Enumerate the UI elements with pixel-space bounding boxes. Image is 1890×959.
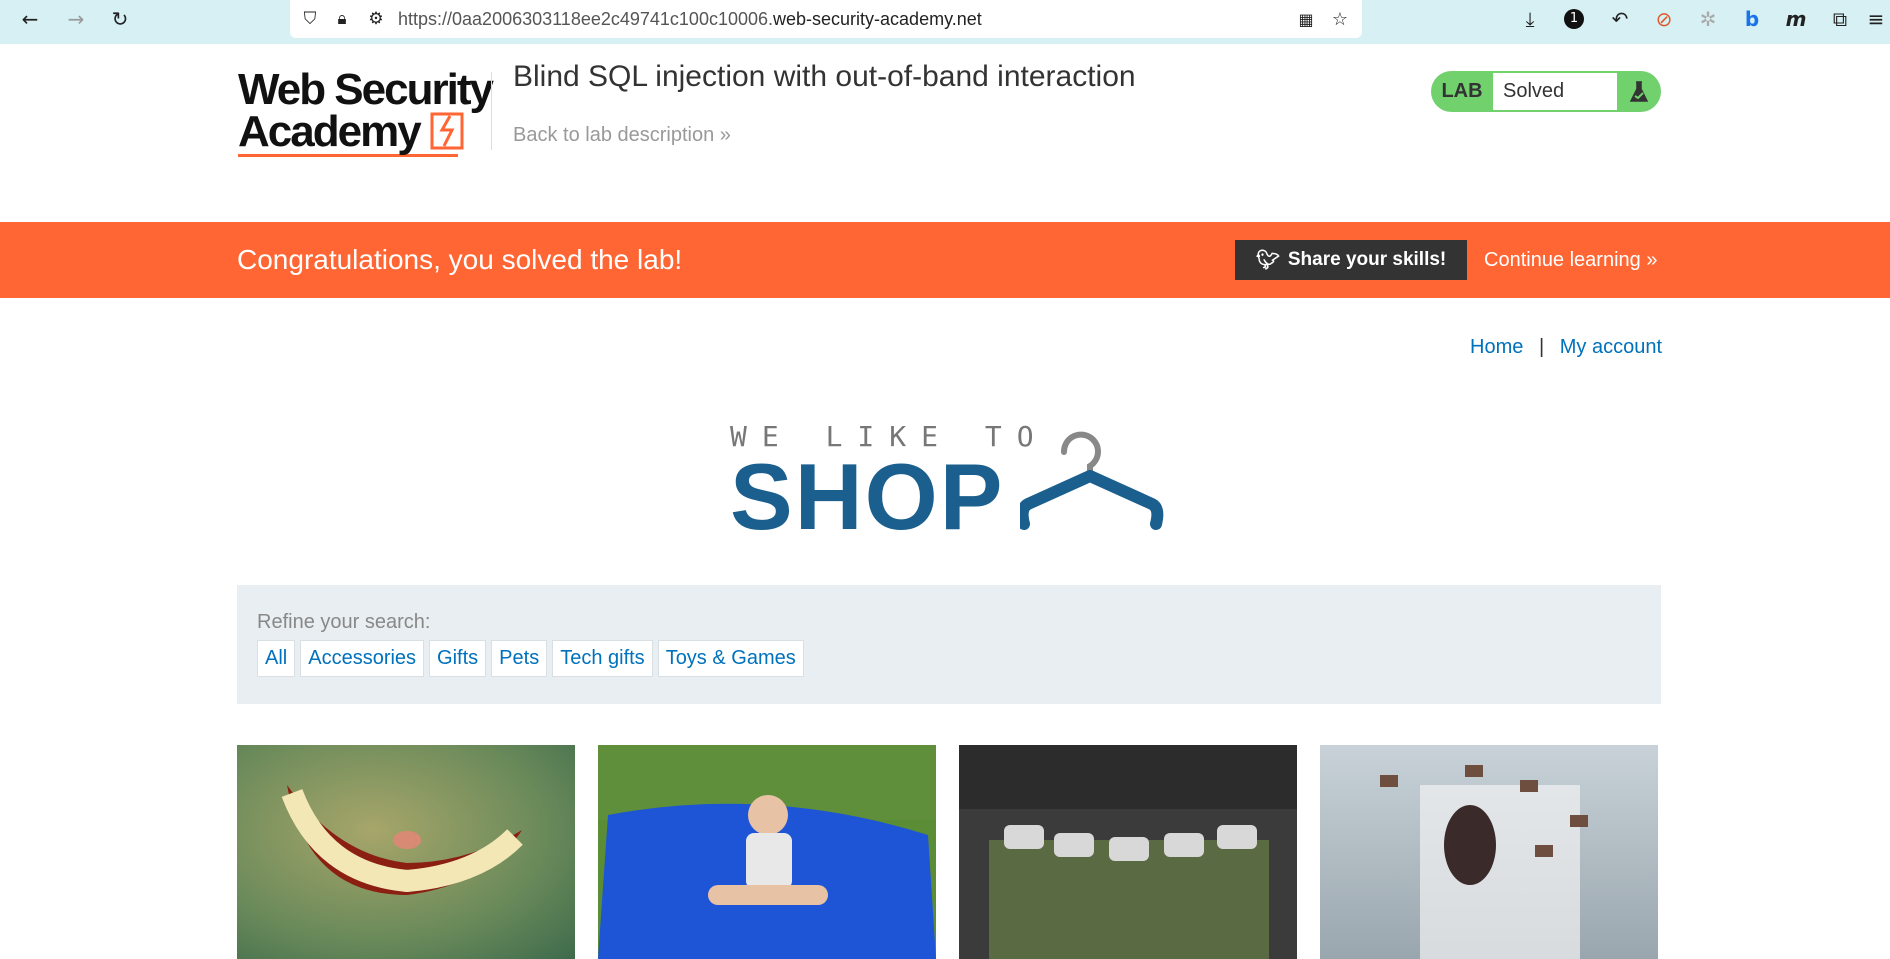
bing-icon[interactable]: b (1738, 0, 1766, 38)
lab-label: LAB (1441, 80, 1483, 102)
flying-books-image (1380, 765, 1588, 959)
product-image-flying-books[interactable] (1320, 745, 1658, 959)
browser-toolbar: ← → ↻ ⛉ 🔒︎ ⚙ https://0aa2006303118ee2c49… (0, 0, 1890, 45)
lab-status-badge: LAB Solved (1431, 71, 1661, 112)
top-navigation: Home | My account (1470, 336, 1662, 359)
filter-tech-gifts[interactable]: Tech gifts (552, 640, 653, 677)
flask-icon (1617, 80, 1661, 104)
undo-arrow-icon[interactable]: ↶ (1606, 0, 1634, 38)
filter-toys-games[interactable]: Toys & Games (657, 640, 804, 677)
double-chevron-icon: » (1646, 249, 1658, 271)
shield-icon[interactable]: ⛉ (296, 0, 324, 38)
menu-icon[interactable]: ≡ (1866, 0, 1886, 38)
notification-count: 1 (1564, 9, 1584, 29)
url-domain: web-security-academy.net (773, 8, 982, 29)
lab-status-text: Solved (1493, 73, 1617, 110)
beanbag-child-image (598, 795, 936, 959)
we-like-to-shop-logo: WE LIKE TO SHOP (730, 420, 1164, 544)
refine-search-label: Refine your search: (257, 611, 431, 633)
back-link-label: Back to lab description (513, 124, 715, 146)
url-prefix: https://0aa2006303118ee2c49741c100c10006… (398, 8, 774, 29)
url-text: https://0aa2006303118ee2c49741c100c10006… (398, 9, 982, 30)
product-image-can-belt[interactable] (959, 745, 1297, 959)
continue-learning-label: Continue learning (1484, 249, 1641, 271)
back-arrow-icon[interactable]: ← (16, 0, 44, 38)
product-image-smile-teeth[interactable] (237, 745, 575, 959)
back-to-lab-description-link[interactable]: Back to lab description » (513, 124, 731, 147)
filter-gifts[interactable]: Gifts (429, 640, 487, 677)
extension-gear-icon[interactable]: ✲ (1694, 0, 1722, 38)
lock-icon[interactable]: 🔒︎ (328, 0, 356, 38)
lab-title: Blind SQL injection with out-of-band int… (513, 60, 1136, 93)
solved-banner: Congratulations, you solved the lab! 🐦︎ … (0, 222, 1890, 298)
share-skills-label: Share your skills! (1287, 249, 1447, 270)
site-settings-icon[interactable]: ⚙ (362, 0, 390, 38)
category-filter-panel: Refine your search: All Accessories Gift… (237, 585, 1661, 704)
smile-teeth-image (281, 785, 523, 895)
filter-pets[interactable]: Pets (491, 640, 548, 677)
lightning-icon (430, 112, 464, 150)
product-image-beanbag[interactable] (598, 745, 936, 959)
web-security-academy-logo[interactable]: Web Security Academy (238, 65, 494, 157)
shop-logo-row: SHOP (730, 431, 1164, 544)
nav-my-account-link[interactable]: My account (1560, 336, 1662, 358)
category-list: All Accessories Gifts Pets Tech gifts To… (257, 640, 804, 677)
can-belt-image (989, 825, 1269, 959)
notification-badge[interactable]: 1 (1560, 0, 1588, 38)
qr-code-icon[interactable]: ▦ (1294, 0, 1318, 38)
reload-icon[interactable]: ↻ (106, 0, 134, 38)
blocked-extension-icon[interactable]: ⊘ (1650, 0, 1678, 38)
nav-separator: | (1538, 336, 1545, 358)
nav-home-link[interactable]: Home (1470, 336, 1523, 358)
header-divider (491, 72, 492, 150)
bookmark-star-icon[interactable]: ☆ (1328, 0, 1352, 38)
logo-line2: Academy (238, 107, 422, 156)
congratulations-text: Congratulations, you solved the lab! (237, 244, 683, 275)
logo-line2-row: Academy (238, 110, 492, 154)
continue-learning-link[interactable]: Continue learning » (1484, 249, 1657, 272)
address-bar[interactable]: ⛉ 🔒︎ ⚙ https://0aa2006303118ee2c49741c10… (290, 0, 1362, 38)
extensions-puzzle-icon[interactable]: ⧉ (1826, 0, 1854, 38)
share-skills-button[interactable]: 🐦︎ Share your skills! (1235, 240, 1467, 280)
hanger-icon (1020, 431, 1164, 530)
m-extension-icon[interactable]: m (1782, 0, 1810, 38)
forward-arrow-icon[interactable]: → (62, 0, 90, 38)
download-icon[interactable]: ⤓ (1516, 0, 1544, 38)
shop-logo-word: SHOP (730, 444, 1005, 549)
filter-accessories[interactable]: Accessories (300, 640, 425, 677)
filter-all[interactable]: All (257, 640, 296, 677)
twitter-bird-icon: 🐦︎ (1255, 250, 1280, 271)
logo-line1: Web Security (238, 65, 494, 114)
double-chevron-icon: » (719, 124, 731, 146)
